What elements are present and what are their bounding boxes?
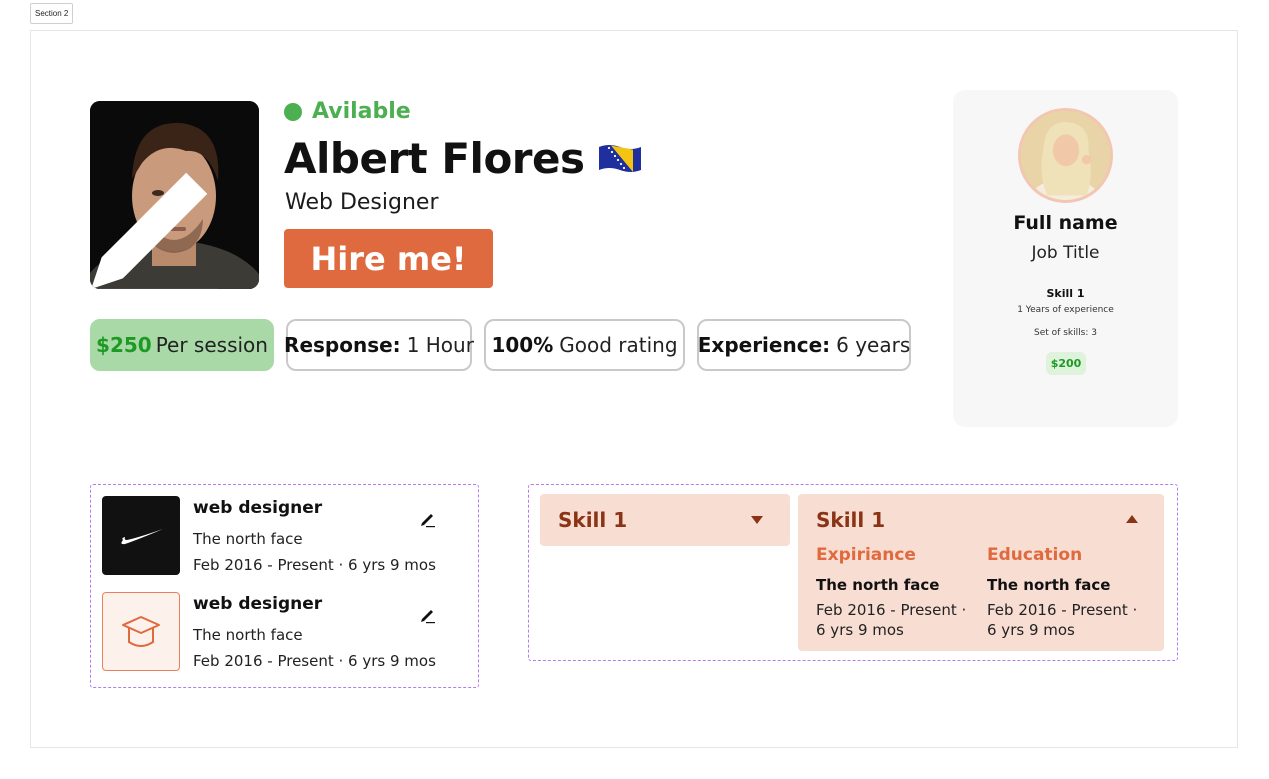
preview-price-badge: $200 [1046, 352, 1086, 375]
skill-accordion-expanded[interactable]: Skill 1 Expiriance The north face Feb 20… [798, 494, 1164, 651]
experience-company: The north face [193, 626, 303, 644]
status-label: Avilable [312, 99, 411, 124]
experience-value: 6 years [836, 333, 911, 357]
experience-label: Experience: [697, 333, 831, 357]
edit-experience-icon[interactable] [419, 510, 437, 528]
name-row: Albert Flores [284, 134, 643, 183]
profile-preview-card[interactable]: Full name Job Title Skill 1 1 Years of e… [953, 90, 1178, 427]
availability-status: Avilable [284, 99, 411, 124]
experience-list: web designer The north face Feb 2016 - P… [90, 484, 479, 688]
skill-title: Skill 1 [816, 508, 886, 532]
education-dates: Feb 2016 - Present · 6 yrs 9 mos [987, 601, 1138, 639]
rating-chip: 100% Good rating [484, 319, 685, 371]
experience-heading: Expiriance [816, 545, 916, 565]
profile-photo [90, 101, 259, 289]
price-label: Per session [155, 333, 268, 357]
preview-job-title: Job Title [1031, 243, 1100, 263]
experience-title: web designer [193, 594, 323, 614]
graduation-cap-icon [122, 615, 160, 647]
experience-company: The north face [193, 530, 303, 548]
experience-dates: Feb 2016 - Present · 6 yrs 9 mos [193, 556, 436, 574]
preview-full-name: Full name [1013, 212, 1118, 234]
rating-label: Good rating [559, 333, 678, 357]
edit-photo-icon[interactable] [90, 121, 239, 289]
experience-title: web designer [193, 498, 323, 518]
education-company: The north face [987, 576, 1111, 594]
skill-title: Skill 1 [558, 508, 628, 532]
preview-avatar-image [1021, 111, 1110, 200]
response-value: 1 Hour [406, 333, 474, 357]
company-logo [102, 496, 180, 575]
experience-company: The north face [816, 576, 940, 594]
response-chip: Response: 1 Hour [284, 319, 474, 371]
preview-skill-set: Set of skills: 3 [1034, 328, 1097, 338]
preview-avatar [1018, 108, 1113, 203]
edit-education-icon[interactable] [419, 606, 437, 624]
rating-value: 100% [491, 333, 554, 357]
status-dot-icon [284, 102, 302, 121]
response-label: Response: [284, 333, 401, 357]
experience-item: web designer The north face Feb 2016 - P… [102, 592, 472, 672]
section-label: Section 2 [30, 3, 74, 24]
chevron-down-icon[interactable] [751, 516, 763, 524]
experience-chip: Experience: 6 years [697, 319, 911, 371]
hire-me-button[interactable]: Hire me! [284, 229, 493, 288]
skills-accordion: Skill 1 Skill 1 Expiriance The north fac… [528, 484, 1178, 661]
bosnia-flag-icon [598, 145, 641, 172]
chevron-up-icon[interactable] [1126, 515, 1138, 523]
price-value: $250 [96, 333, 152, 357]
skill-accordion-collapsed[interactable]: Skill 1 [540, 494, 790, 546]
education-heading: Education [987, 545, 1083, 565]
price-chip: $250 Per session [90, 319, 274, 371]
experience-dates: Feb 2016 - Present · 6 yrs 9 mos [816, 601, 967, 639]
experience-item: web designer The north face Feb 2016 - P… [102, 496, 472, 576]
nike-logo-icon [121, 528, 163, 544]
preview-experience: 1 Years of experience [1017, 305, 1114, 315]
profile-name: Albert Flores [284, 134, 585, 183]
institution-logo [102, 592, 180, 671]
preview-skill: Skill 1 [1046, 287, 1085, 300]
profile-job-title: Web Designer [285, 190, 439, 215]
experience-dates: Feb 2016 - Present · 6 yrs 9 mos [193, 652, 436, 670]
